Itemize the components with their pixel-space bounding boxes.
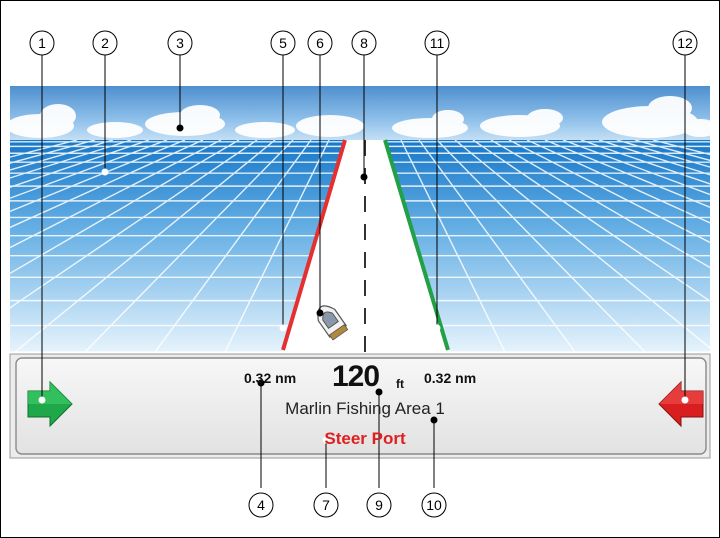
callout-10: 10 bbox=[421, 492, 447, 518]
callout-3: 3 bbox=[167, 30, 193, 56]
callout-label: 5 bbox=[279, 35, 287, 51]
callout-label: 1 bbox=[38, 35, 46, 51]
callout-6: 6 bbox=[307, 30, 333, 56]
distance-unit: ft bbox=[396, 377, 404, 391]
callout-1: 1 bbox=[29, 30, 55, 56]
steer-instruction: Steer Port bbox=[324, 429, 406, 448]
navigation-diagram: 1 2 3 5 6 8 11 12 4 7 9 10 bbox=[6, 30, 718, 518]
cross-track-error-left: 0.32 nm bbox=[244, 370, 297, 386]
callout-label: 9 bbox=[375, 497, 383, 513]
callout-label: 4 bbox=[257, 497, 265, 513]
callout-11: 11 bbox=[424, 30, 450, 56]
callout-label: 3 bbox=[176, 35, 184, 51]
callout-label: 11 bbox=[430, 35, 445, 51]
callout-label: 7 bbox=[322, 497, 330, 513]
callout-5: 5 bbox=[270, 30, 296, 56]
callout-9: 9 bbox=[366, 492, 392, 518]
callout-12: 12 bbox=[672, 30, 698, 56]
waypoint-name: Marlin Fishing Area 1 bbox=[285, 399, 445, 418]
callout-label: 10 bbox=[426, 497, 442, 513]
callout-2: 2 bbox=[92, 30, 118, 56]
distance-to-waypoint: 120 bbox=[332, 360, 380, 393]
callout-8: 8 bbox=[351, 30, 377, 56]
callout-label: 2 bbox=[101, 35, 109, 51]
callout-7: 7 bbox=[313, 492, 339, 518]
callout-label: 12 bbox=[677, 35, 693, 51]
callout-4: 4 bbox=[248, 492, 274, 518]
callout-label: 6 bbox=[316, 35, 324, 51]
callout-label: 8 bbox=[360, 35, 368, 51]
cross-track-error-right: 0.32 nm bbox=[424, 370, 477, 386]
